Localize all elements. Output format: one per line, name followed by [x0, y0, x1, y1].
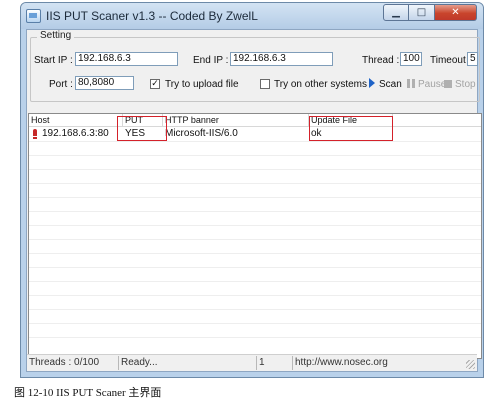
row-divider	[29, 337, 481, 338]
minimize-button[interactable]: ▁	[383, 4, 409, 21]
table-row[interactable]: 192.168.6.3:80 YES Microsoft-IIS/6.0 ok	[29, 127, 481, 141]
try-other-checkbox[interactable]	[260, 79, 270, 89]
try-other-label: Try on other systems	[274, 79, 367, 90]
row-divider	[29, 309, 481, 310]
stop-button[interactable]: Stop	[455, 79, 476, 90]
scan-button[interactable]: Scan	[379, 79, 402, 90]
highlight-put-column	[117, 116, 167, 141]
row-divider	[29, 183, 481, 184]
maximize-button[interactable]: □	[409, 4, 435, 21]
row-divider	[29, 281, 481, 282]
cell-banner: Microsoft-IIS/6.0	[165, 128, 238, 139]
timeout-input[interactable]: 5	[467, 52, 478, 66]
row-divider	[29, 197, 481, 198]
status-bar: Threads : 0/100 Ready... 1 http://www.no…	[27, 354, 477, 371]
row-divider	[29, 295, 481, 296]
try-upload-label: Try to upload file	[165, 79, 239, 90]
try-upload-checkbox[interactable]: ✓	[150, 79, 160, 89]
start-ip-input[interactable]: 192.168.6.3	[75, 52, 178, 66]
status-threads: Threads : 0/100	[27, 356, 119, 370]
thread-input[interactable]: 100	[400, 52, 422, 66]
setting-legend: Setting	[37, 30, 75, 41]
row-divider	[29, 155, 481, 156]
stop-icon	[444, 80, 452, 88]
pause-icon	[407, 79, 415, 88]
end-ip-input[interactable]: 192.168.6.3	[230, 52, 333, 66]
figure-caption: 图 12-10 IIS PUT Scaner 主界面	[14, 387, 162, 399]
row-divider	[29, 211, 481, 212]
row-divider	[29, 323, 481, 324]
status-state: Ready...	[119, 356, 257, 370]
row-divider	[29, 141, 481, 142]
start-ip-label: Start IP :	[34, 55, 73, 66]
port-label: Port :	[49, 79, 73, 90]
close-button[interactable]: ✕	[435, 4, 477, 21]
column-header-banner[interactable]: HTTP banner	[163, 114, 309, 126]
vulnerable-icon	[33, 129, 37, 139]
screenshot-root: IIS PUT Scaner v1.3 -- Coded By ZwelL ▁ …	[0, 0, 503, 402]
result-listview[interactable]: Host PUT HTTP banner Update File 192.168…	[28, 113, 482, 359]
window-title: IIS PUT Scaner v1.3 -- Coded By ZwelL	[46, 9, 258, 23]
row-divider	[29, 267, 481, 268]
resize-grip-icon[interactable]	[466, 360, 475, 369]
list-header: Host PUT HTTP banner Update File	[29, 114, 481, 127]
port-input[interactable]: 80,8080	[75, 76, 134, 90]
column-header-host[interactable]: Host	[29, 114, 123, 126]
row-divider	[29, 239, 481, 240]
app-window: IIS PUT Scaner v1.3 -- Coded By ZwelL ▁ …	[20, 2, 484, 378]
app-icon	[26, 9, 41, 23]
pause-button[interactable]: Pause	[418, 79, 446, 90]
thread-label: Thread :	[362, 55, 400, 66]
row-divider	[29, 169, 481, 170]
end-ip-label: End IP :	[193, 55, 229, 66]
play-icon	[369, 78, 375, 88]
setting-group: Setting Start IP : 192.168.6.3 End IP : …	[30, 30, 480, 102]
status-count: 1	[257, 356, 293, 370]
status-url[interactable]: http://www.nosec.org	[293, 356, 413, 370]
title-bar[interactable]: IIS PUT Scaner v1.3 -- Coded By ZwelL ▁ …	[21, 3, 483, 29]
client-area: Setting Start IP : 192.168.6.3 End IP : …	[26, 29, 482, 372]
cell-host: 192.168.6.3:80	[42, 128, 109, 139]
timeout-label: Timeout :	[430, 55, 472, 66]
row-divider	[29, 253, 481, 254]
row-divider	[29, 225, 481, 226]
highlight-update-file-column	[309, 116, 393, 141]
